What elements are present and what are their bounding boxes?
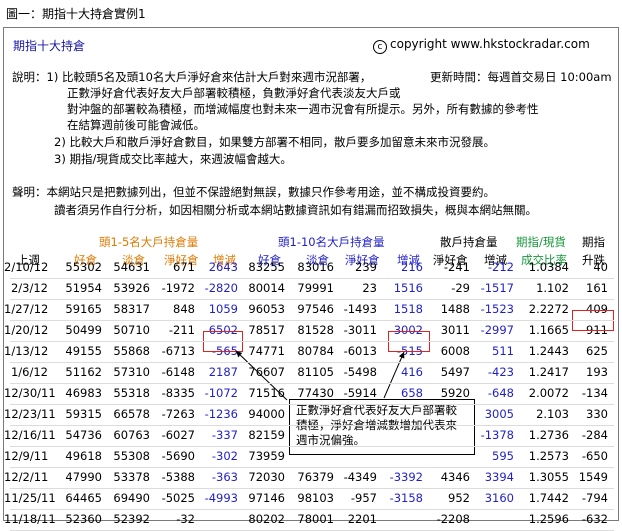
row-divider xyxy=(10,299,614,300)
row-divider xyxy=(10,509,614,510)
figure-title: 圖一：期指十大持倉實例1 xyxy=(6,7,146,21)
row-divider xyxy=(10,383,614,384)
row-divider xyxy=(10,362,614,363)
row-divider xyxy=(10,278,614,279)
row-divider xyxy=(10,488,614,489)
row-divider xyxy=(10,446,614,447)
holdings-panel: 期指十大持倉 c copyright www.hkstockradar.com 說… xyxy=(3,27,619,531)
row-divider xyxy=(10,425,614,426)
row-divider xyxy=(10,467,614,468)
callout-line-1: 正數淨好倉代表好友大戶部署較 xyxy=(296,403,457,417)
row-divider xyxy=(10,341,614,342)
row-divider xyxy=(10,404,614,405)
row-divider xyxy=(10,320,614,321)
